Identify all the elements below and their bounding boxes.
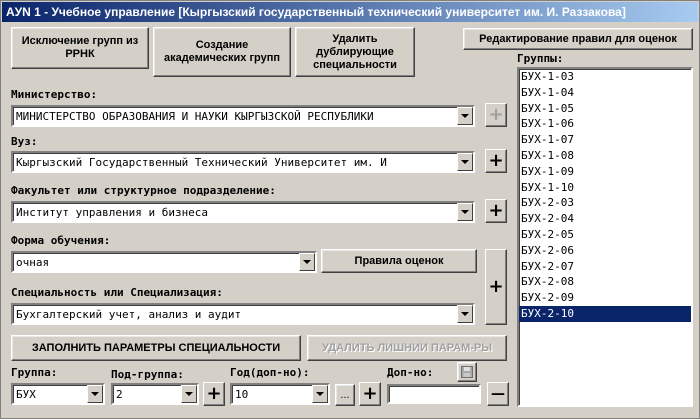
chevron-down-icon[interactable] (312, 385, 328, 403)
groups-list-item[interactable]: БУХ-1-06 (519, 116, 691, 132)
faculty-label: Факультет или структурное подразделение: (11, 184, 276, 197)
specialty-value: Бухгалтерский учет, анализ и аудит (16, 308, 242, 321)
fill-params-button[interactable]: ЗАПОЛНИТЬ ПАРАМЕТРЫ СПЕЦИАЛЬНОСТИ (11, 335, 301, 361)
faculty-select[interactable]: Институт управления и бизнеса (11, 201, 475, 223)
groups-label: Группы: (517, 52, 564, 65)
study-form-select[interactable]: очная (11, 251, 317, 273)
delete-extra-params-button[interactable]: УДАЛИТЬ ЛИШНИИ ПАРАМ-РЫ (307, 335, 507, 361)
extra-input[interactable] (387, 384, 481, 404)
groups-list-item[interactable]: БУХ-2-04 (519, 211, 691, 227)
groups-list-item[interactable]: БУХ-1-07 (519, 132, 691, 148)
groups-list-item[interactable]: БУХ-1-10 (519, 180, 691, 196)
groups-list-item[interactable]: БУХ-2-10 (519, 305, 691, 322)
university-label: Вуз: (11, 135, 38, 148)
year-select[interactable]: 10 (230, 383, 330, 405)
group-label: Группа: (11, 366, 58, 379)
groups-list-item[interactable]: БУХ-2-06 (519, 243, 691, 259)
groups-list-item[interactable]: БУХ-1-05 (519, 101, 691, 117)
subgroup-value: 2 (116, 388, 123, 401)
ministry-value: МИНИСТЕРСТВО ОБРАЗОВАНИЯ И НАУКИ КЫРГЫЗС… (16, 110, 374, 123)
add-faculty-button[interactable]: + (485, 199, 507, 223)
specialty-label: Специальность или Специализация: (11, 286, 223, 299)
ministry-label: Министерство: (11, 88, 98, 101)
groups-list-item[interactable]: БУХ-2-08 (519, 274, 691, 290)
study-form-value: очная (16, 256, 50, 269)
groups-list-item[interactable]: БУХ-2-09 (519, 290, 691, 306)
exclude-groups-button[interactable]: Исключение групп из РРНК (11, 27, 149, 69)
remove-duplicates-button[interactable]: Удалить дублирующие специальности (295, 27, 415, 77)
groups-list-item[interactable]: БУХ-1-09 (519, 164, 691, 180)
ministry-select[interactable]: МИНИСТЕРСТВО ОБРАЗОВАНИЯ И НАУКИ КЫРГЫЗС… (11, 105, 475, 127)
save-icon[interactable] (457, 362, 477, 382)
faculty-value: Институт управления и бизнеса (16, 206, 209, 219)
ellipsis-button[interactable]: ... (335, 384, 355, 406)
add-specialty-button[interactable]: + (485, 249, 507, 325)
groups-list-item[interactable]: БУХ-2-05 (519, 227, 691, 243)
chevron-down-icon[interactable] (457, 153, 473, 171)
grading-rules-button[interactable]: Правила оценок (321, 249, 477, 273)
window-title: AУN 1 - Учебное управление [Кыргызский г… (6, 5, 626, 19)
study-form-label: Форма обучения: (11, 234, 111, 247)
groups-list-item[interactable]: БУХ-2-07 (519, 259, 691, 275)
groups-list-item[interactable]: БУХ-1-04 (519, 85, 691, 101)
edit-rules-button[interactable]: Редактирование правил для оценок (463, 28, 693, 50)
chevron-down-icon[interactable] (457, 107, 473, 125)
remove-button[interactable]: — (487, 382, 509, 406)
subgroup-label: Под-группа: (111, 368, 184, 381)
year-label: Год(доп-но): (230, 366, 310, 379)
extra-label: Доп-но: (387, 366, 434, 379)
year-value: 10 (235, 388, 249, 401)
university-value: Кыргызский Государственный Технический У… (16, 156, 387, 169)
chevron-down-icon[interactable] (457, 305, 473, 323)
groups-list[interactable]: БУХ-1-03 БУХ-1-04 БУХ-1-05 БУХ-1-06 БУХ-1-07… (517, 67, 693, 407)
chevron-down-icon[interactable] (299, 253, 315, 271)
chevron-down-icon[interactable] (457, 203, 473, 221)
add-university-button[interactable]: + (485, 149, 507, 173)
groups-list-item[interactable]: БУХ-1-08 (519, 148, 691, 164)
add-year-button[interactable]: + (359, 382, 381, 406)
chevron-down-icon[interactable] (181, 385, 197, 403)
chevron-down-icon[interactable] (87, 385, 103, 403)
create-groups-button[interactable]: Создание академических групп (153, 27, 291, 77)
add-ministry-button[interactable]: + (485, 103, 507, 127)
title-bar: AУN 1 - Учебное управление [Кыргызский г… (2, 2, 698, 22)
group-select[interactable]: БУХ (11, 383, 105, 405)
add-subgroup-button[interactable]: + (203, 382, 225, 406)
subgroup-select[interactable]: 2 (111, 383, 199, 405)
groups-list-item[interactable]: БУХ-2-03 (519, 195, 691, 211)
group-value: БУХ (16, 388, 36, 401)
specialty-select[interactable]: Бухгалтерский учет, анализ и аудит (11, 303, 475, 325)
main-window: AУN 1 - Учебное управление [Кыргызский г… (0, 0, 700, 419)
university-select[interactable]: Кыргызский Государственный Технический У… (11, 151, 475, 173)
groups-list-item[interactable]: БУХ-1-03 (519, 69, 691, 85)
